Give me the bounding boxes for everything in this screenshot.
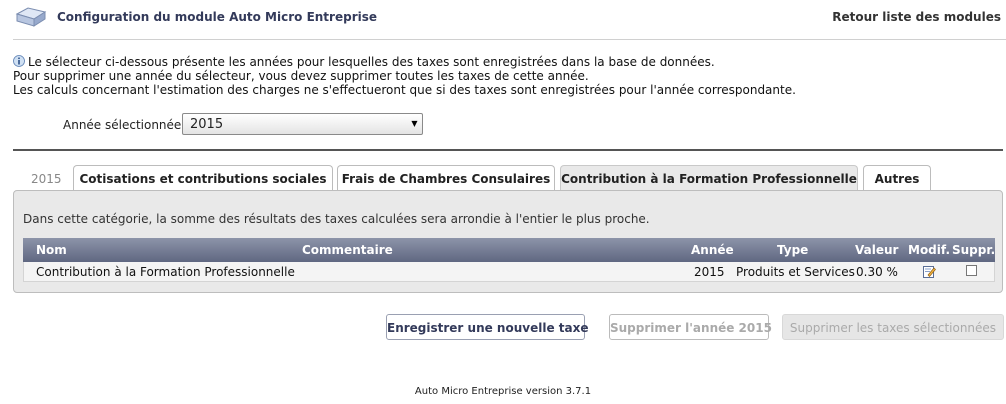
footer-version: Auto Micro Entreprise version 3.7.1 (414, 386, 592, 397)
category-tabs: 2015 Cotisations et contributions social… (13, 164, 1003, 193)
col-nom[interactable]: Nom (36, 243, 67, 257)
col-annee[interactable]: Année (691, 243, 734, 257)
col-type[interactable]: Type (777, 243, 808, 257)
page-title: Configuration du module Auto Micro Entre… (57, 10, 378, 24)
delete-year-button[interactable]: Supprimer l'année 2015 (609, 314, 772, 340)
taxes-table: Nom Commentaire Année Type Valeur Modif.… (23, 238, 995, 282)
tab-formation-professionnelle[interactable]: Contribution à la Formation Professionne… (560, 165, 858, 193)
year-select-value: 2015 (190, 117, 224, 132)
table-header: Nom Commentaire Année Type Valeur Modif.… (23, 238, 995, 262)
info-text: Le sélecteur ci-dessous présente les ann… (13, 55, 796, 97)
col-commentaire[interactable]: Commentaire (302, 243, 393, 257)
tab-autres[interactable]: Autres (863, 165, 931, 191)
cell-type: Produits et Services (736, 265, 855, 279)
col-valeur[interactable]: Valeur (855, 243, 898, 257)
table-row[interactable]: Contribution à la Formation Professionne… (23, 262, 995, 282)
info-line-3: Les calculs concernant l'estimation des … (13, 83, 796, 97)
title-bar: Configuration du module Auto Micro Entre… (0, 0, 1006, 34)
info-line-2: Pour supprimer une année du sélecteur, v… (13, 69, 589, 83)
divider (13, 39, 1006, 40)
cell-valeur: 0.30 % (856, 265, 898, 279)
back-to-modules-link[interactable]: Retour liste des modules (832, 10, 1001, 24)
info-icon (13, 55, 25, 67)
col-modif: Modif. (908, 243, 951, 257)
delete-selected-button[interactable]: Supprimer les taxes sélectionnées (782, 314, 1004, 340)
cell-nom: Contribution à la Formation Professionne… (36, 265, 295, 279)
tab-cotisations[interactable]: Cotisations et contributions sociales (73, 165, 333, 191)
dropdown-arrow-icon: ▼ (411, 119, 418, 128)
info-line-1: Le sélecteur ci-dessous présente les ann… (28, 55, 715, 69)
tab-frais-chambres[interactable]: Frais de Chambres Consulaires (337, 165, 555, 191)
tabs-year-label: 2015 (31, 172, 62, 186)
col-suppr: Suppr. (952, 243, 996, 257)
cell-annee: 2015 (694, 265, 725, 279)
new-tax-button[interactable]: Enregistrer une nouvelle taxe (386, 314, 588, 340)
delete-checkbox[interactable] (966, 265, 977, 279)
section-divider (13, 149, 1003, 151)
edit-icon[interactable] (923, 265, 936, 281)
panel-description: Dans cette catégorie, la somme des résul… (23, 212, 650, 226)
tab-panel: Dans cette catégorie, la somme des résul… (13, 190, 1003, 293)
year-selector-label: Année sélectionnée : (63, 118, 190, 132)
folder-icon (14, 4, 48, 30)
year-select[interactable]: 2015 ▼ (182, 113, 423, 135)
